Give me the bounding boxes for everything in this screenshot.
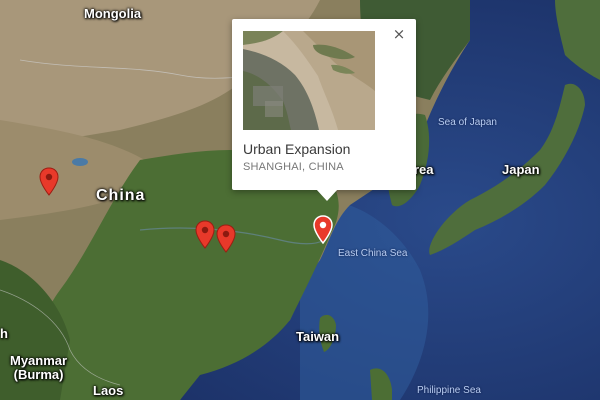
label-sea-of-japan: Sea of Japan [438, 117, 497, 128]
central-china-marker-1[interactable] [194, 220, 216, 250]
shanghai-marker[interactable] [312, 215, 334, 245]
label-edge-partial: h [0, 326, 8, 341]
label-china: China [96, 187, 146, 204]
label-philippine-sea: Philippine Sea [417, 385, 481, 396]
info-title: Urban Expansion [243, 141, 351, 157]
map-pin-icon [313, 215, 333, 245]
tibet-marker[interactable] [38, 167, 60, 197]
info-window: × Urban Expansion SHANGHAI, CHINA [232, 19, 416, 201]
map-pin-icon [195, 220, 215, 249]
label-japan: Japan [502, 162, 540, 177]
label-laos: Laos [93, 383, 124, 398]
info-subtitle: SHANGHAI, CHINA [243, 161, 344, 173]
central-china-marker-2[interactable] [215, 224, 237, 254]
label-taiwan: Taiwan [296, 329, 340, 344]
map-pin-icon [39, 167, 59, 196]
map-pin-icon [216, 224, 236, 253]
label-myanmar: Myanmar (Burma) [10, 353, 68, 382]
label-east-china-sea: East China Sea [338, 248, 408, 259]
label-mongolia: Mongolia [84, 6, 142, 21]
label-korea: rea [414, 162, 434, 177]
info-window-pointer [316, 189, 338, 201]
shanghai-satellite-thumbnail [243, 31, 375, 130]
satellite-map[interactable]: Mongolia China rea Japan Sea of Japan Ea… [0, 0, 600, 400]
close-icon[interactable]: × [390, 25, 408, 43]
